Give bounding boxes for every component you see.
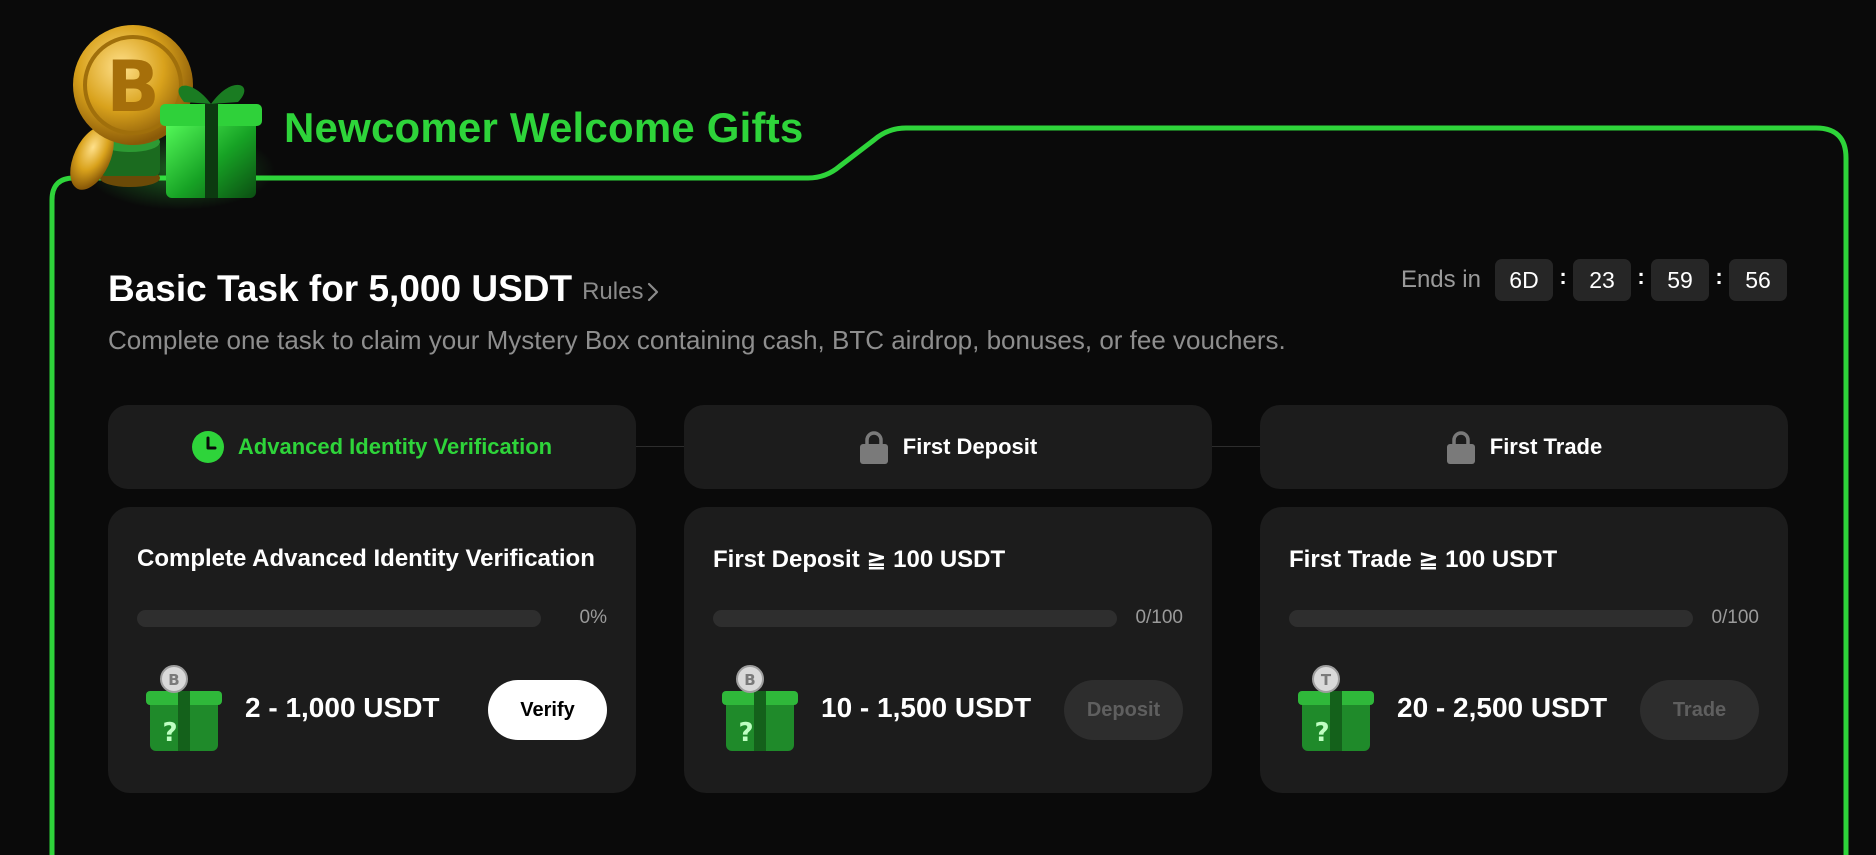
page-title: Basic Task for 5,000 USDT xyxy=(108,268,573,309)
verify-button[interactable]: Verify xyxy=(488,680,607,740)
coin-gift-illustration: B xyxy=(70,25,275,210)
progress-bar xyxy=(1289,610,1693,627)
trade-button[interactable]: Trade xyxy=(1640,680,1759,740)
countdown: Ends in 6D : 23 : 59 : 56 xyxy=(1401,259,1787,301)
step-connector xyxy=(1212,446,1260,447)
step-label: First Trade xyxy=(1489,434,1603,459)
countdown-days: 6D xyxy=(1495,259,1553,301)
lock-icon xyxy=(859,431,888,464)
task-card-identity-verification: Complete Advanced Identity Verification … xyxy=(108,507,636,793)
countdown-separator: : xyxy=(1637,264,1645,289)
step-first-trade[interactable]: First Trade xyxy=(1260,405,1788,489)
banner-title: Newcomer Welcome Gifts xyxy=(284,104,804,151)
step-label: Advanced Identity Verification xyxy=(237,434,553,459)
rules-link[interactable]: Rules xyxy=(582,278,659,306)
step-connector xyxy=(636,446,684,447)
countdown-minutes: 59 xyxy=(1651,259,1709,301)
countdown-hours: 23 xyxy=(1573,259,1631,301)
countdown-seconds: 56 xyxy=(1729,259,1787,301)
task-subtitle: Complete one task to claim your Mystery … xyxy=(108,325,1286,355)
svg-text:B: B xyxy=(106,46,159,128)
rules-label: Rules xyxy=(582,278,644,305)
task-card-first-deposit: First Deposit ≧ 100 USDT 0/100 B ? 10 - … xyxy=(684,507,1212,793)
svg-text:T: T xyxy=(1321,671,1332,689)
step-label: First Deposit xyxy=(902,434,1038,459)
reward-amount: 2 - 1,000 USDT xyxy=(245,692,440,723)
progress-bar xyxy=(713,610,1117,627)
step-first-deposit[interactable]: First Deposit xyxy=(684,405,1212,489)
step-identity-verification[interactable]: Advanced Identity Verification xyxy=(108,405,636,489)
task-steps: Advanced Identity Verification First Dep… xyxy=(108,405,1788,489)
svg-text:?: ? xyxy=(738,718,753,748)
countdown-separator: : xyxy=(1559,264,1567,289)
progress-text: 0/100 xyxy=(1135,607,1183,628)
task-header: Basic Task for 5,000 USDT Rules xyxy=(108,258,659,310)
countdown-label: Ends in xyxy=(1400,266,1481,293)
mystery-box-icon: B ? xyxy=(146,665,222,751)
svg-text:B: B xyxy=(168,671,179,689)
deposit-button[interactable]: Deposit xyxy=(1064,680,1183,740)
progress-text: 0% xyxy=(579,607,607,628)
task-card-title: First Trade ≧ 100 USDT xyxy=(1289,546,1558,573)
countdown-separator: : xyxy=(1715,264,1723,289)
chevron-right-icon xyxy=(648,282,659,302)
mystery-box-icon: B ? xyxy=(722,665,798,751)
task-card-title: Complete Advanced Identity Verification xyxy=(137,545,595,572)
reward-amount: 20 - 2,500 USDT xyxy=(1397,692,1608,723)
task-card-title: First Deposit ≧ 100 USDT xyxy=(713,546,1006,573)
reward-amount: 10 - 1,500 USDT xyxy=(821,692,1032,723)
svg-text:?: ? xyxy=(1314,718,1329,748)
svg-text:?: ? xyxy=(162,718,177,748)
task-card-first-trade: First Trade ≧ 100 USDT 0/100 T ? 20 - 2,… xyxy=(1260,507,1788,793)
progress-bar xyxy=(137,610,541,627)
svg-text:B: B xyxy=(744,671,755,689)
lock-icon xyxy=(1446,431,1475,464)
clock-icon xyxy=(191,431,224,463)
mystery-box-icon: T ? xyxy=(1298,665,1374,751)
progress-text: 0/100 xyxy=(1711,607,1759,628)
